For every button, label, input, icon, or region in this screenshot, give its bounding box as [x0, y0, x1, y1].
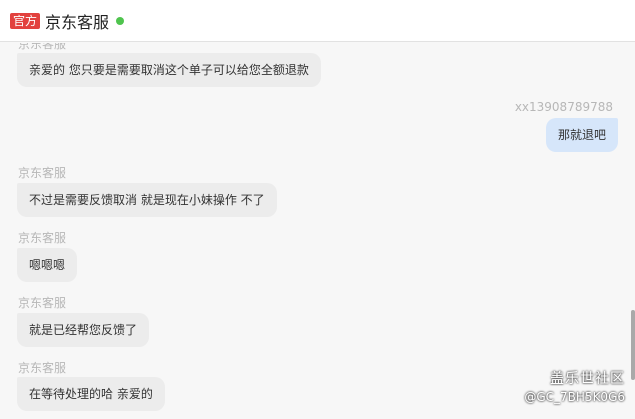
chat-title: 京东客服 [45, 12, 110, 32]
message-bubble[interactable]: 嗯嗯嗯 [17, 248, 78, 282]
message-sender: 京东客服 [18, 231, 67, 245]
message-sender: xx13908789788 [514, 100, 613, 114]
message-sender: 京东客服 [18, 43, 67, 51]
official-badge: 官方 [10, 12, 41, 29]
watermark-user: @GC_7BH5K0G6 [524, 390, 625, 404]
message-bubble[interactable]: 不过是需要反馈取消 就是现在小妹操作 不了 [17, 183, 277, 217]
message-bubble[interactable]: 亲爱的 您只要是需要取消这个单子可以给您全额退款 [17, 53, 321, 87]
message-sender: 京东客服 [18, 361, 67, 375]
chat-header: 官方 京东客服 [0, 0, 635, 42]
message-bubble[interactable]: 就是已经帮您反馈了 [17, 313, 150, 347]
watermark-title: 盖乐世社区 [550, 371, 625, 387]
scrollbar[interactable] [631, 310, 635, 380]
message-bubble[interactable]: 在等待处理的哈 亲爱的 [17, 377, 165, 411]
message-list[interactable]: 京东客服 亲爱的 您只要是需要取消这个单子可以给您全额退款 xx13908789… [0, 43, 635, 419]
message-bubble[interactable]: 那就退吧 [545, 118, 618, 152]
message-sender: 京东客服 [18, 296, 67, 310]
message-sender: 京东客服 [18, 166, 67, 180]
online-status-icon [116, 16, 125, 25]
